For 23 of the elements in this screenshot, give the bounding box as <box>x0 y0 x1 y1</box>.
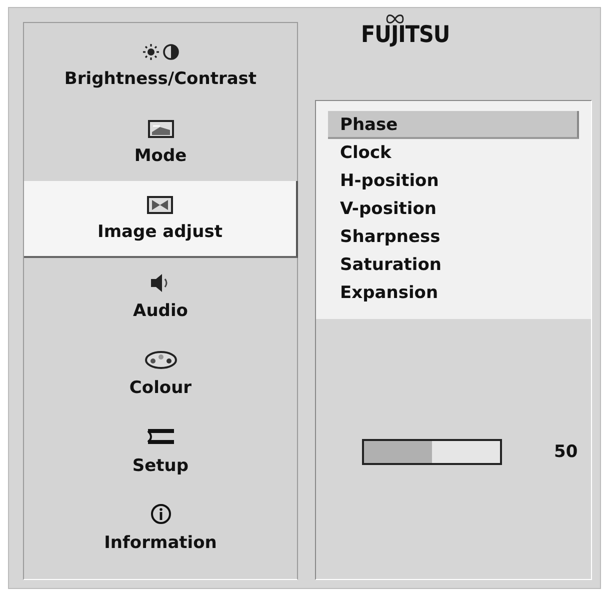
option-item[interactable]: H-position <box>328 167 579 195</box>
option-item[interactable]: Sharpness <box>328 223 579 251</box>
brand-logo: FUJITSU <box>361 22 450 48</box>
menu-item[interactable]: Information <box>24 489 297 566</box>
menu-item[interactable]: Image adjust <box>24 181 298 258</box>
screen-icon <box>148 120 174 138</box>
menu-item[interactable]: Colour <box>24 335 297 412</box>
option-item[interactable]: V-position <box>328 195 579 223</box>
option-item[interactable]: Phase <box>328 111 579 139</box>
menu-item[interactable]: Mode <box>24 104 297 181</box>
slider-track[interactable] <box>362 439 502 465</box>
option-item[interactable]: Expansion <box>328 279 579 307</box>
menu-item[interactable]: Brightness/Contrast <box>24 27 297 104</box>
info-icon <box>150 502 172 524</box>
slider-value: 50 <box>554 442 578 462</box>
infinity-icon <box>385 14 405 24</box>
menu-item[interactable]: Setup <box>24 412 297 489</box>
screen-icon <box>147 196 173 214</box>
option-item[interactable]: Clock <box>328 139 579 167</box>
option-item[interactable]: Saturation <box>328 251 579 279</box>
menu-item[interactable]: Audio <box>24 258 297 335</box>
sun-moon-icon <box>140 42 180 60</box>
palette-icon <box>144 350 178 370</box>
